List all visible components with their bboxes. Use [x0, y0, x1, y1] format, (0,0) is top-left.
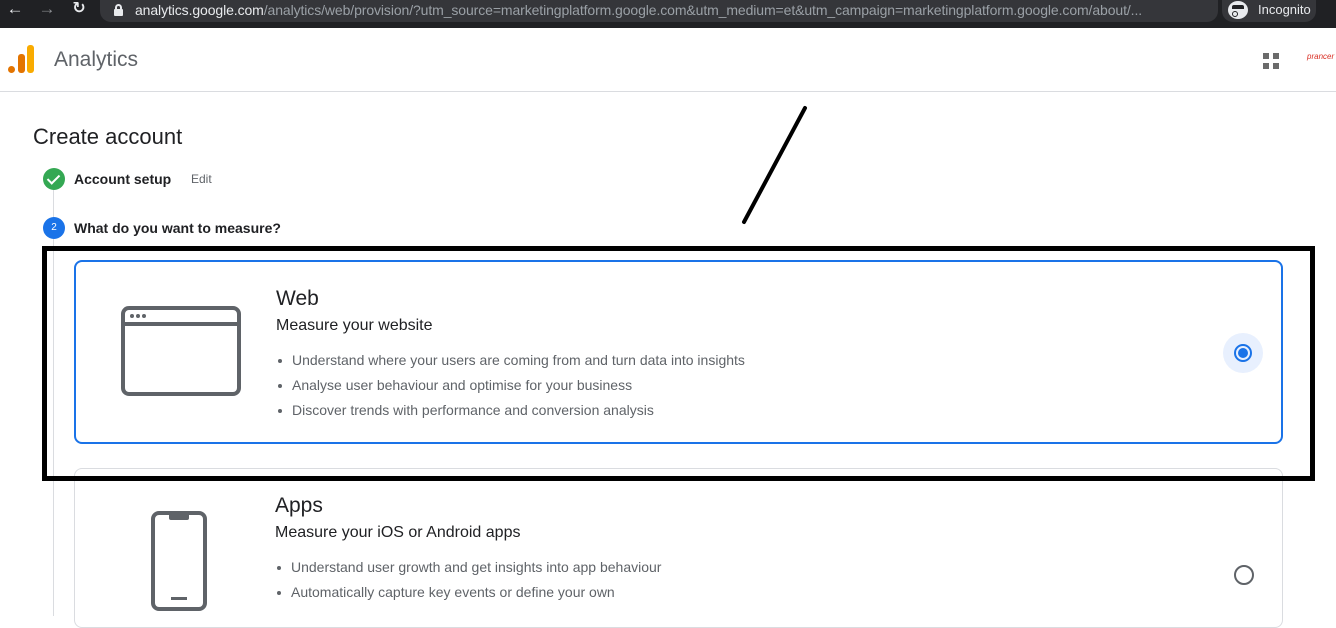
- reload-icon[interactable]: ↻: [68, 0, 90, 20]
- lock-icon[interactable]: [114, 4, 123, 16]
- app-title[interactable]: Analytics: [54, 48, 138, 72]
- step-number-badge: 2: [43, 217, 65, 239]
- edit-account-setup-link[interactable]: Edit: [191, 172, 212, 186]
- radio-apps-unselected[interactable]: [1234, 565, 1254, 585]
- list-item: Understand user growth and get insights …: [275, 557, 661, 582]
- check-circle-icon: [43, 168, 65, 190]
- incognito-label: Incognito: [1258, 2, 1311, 17]
- stepper-connector: [53, 239, 54, 616]
- option-card-web[interactable]: Web Measure your website Understand wher…: [74, 260, 1283, 444]
- browser-toolbar: ← → ↻ analytics.google.com/analytics/web…: [0, 0, 1336, 28]
- step-measure-label: What do you want to measure?: [74, 220, 281, 236]
- smartphone-icon: [151, 511, 207, 611]
- step-account-setup-label: Account setup: [74, 171, 172, 187]
- analytics-logo-icon[interactable]: [8, 44, 36, 74]
- brand-logo[interactable]: prancer: [1307, 52, 1334, 61]
- browser-window-icon: [121, 306, 241, 396]
- list-item: Understand where your users are coming f…: [276, 350, 745, 375]
- url-text[interactable]: analytics.google.com/analytics/web/provi…: [135, 2, 1142, 18]
- url-path: /analytics/web/provision/?utm_source=mar…: [263, 2, 1143, 18]
- option-subtitle: Measure your website: [276, 317, 433, 334]
- annotation-stroke: [742, 106, 807, 224]
- address-bar[interactable]: analytics.google.com/analytics/web/provi…: [100, 0, 1305, 22]
- list-item: Analyse user behaviour and optimise for …: [276, 375, 745, 400]
- url-host: analytics.google.com: [135, 2, 264, 18]
- stepper-connector: [53, 190, 54, 218]
- app-header: Analytics prancer: [0, 28, 1336, 92]
- option-title: Web: [276, 287, 319, 310]
- option-card-apps[interactable]: Apps Measure your iOS or Android apps Un…: [74, 468, 1283, 628]
- list-item: Discover trends with performance and con…: [276, 400, 745, 425]
- back-arrow-icon[interactable]: ←: [4, 0, 26, 20]
- option-benefits-list: Understand where your users are coming f…: [276, 350, 745, 425]
- page-title: Create account: [33, 124, 183, 149]
- option-subtitle: Measure your iOS or Android apps: [275, 524, 521, 541]
- option-title: Apps: [275, 494, 323, 517]
- apps-grid-icon[interactable]: [1263, 53, 1279, 69]
- radio-web-selected[interactable]: [1223, 333, 1263, 373]
- incognito-profile-button[interactable]: Incognito: [1222, 0, 1316, 22]
- list-item: Automatically capture key events or defi…: [275, 582, 661, 607]
- forward-arrow-icon[interactable]: →: [36, 0, 58, 20]
- option-benefits-list: Understand user growth and get insights …: [275, 557, 661, 607]
- incognito-icon: [1228, 1, 1248, 19]
